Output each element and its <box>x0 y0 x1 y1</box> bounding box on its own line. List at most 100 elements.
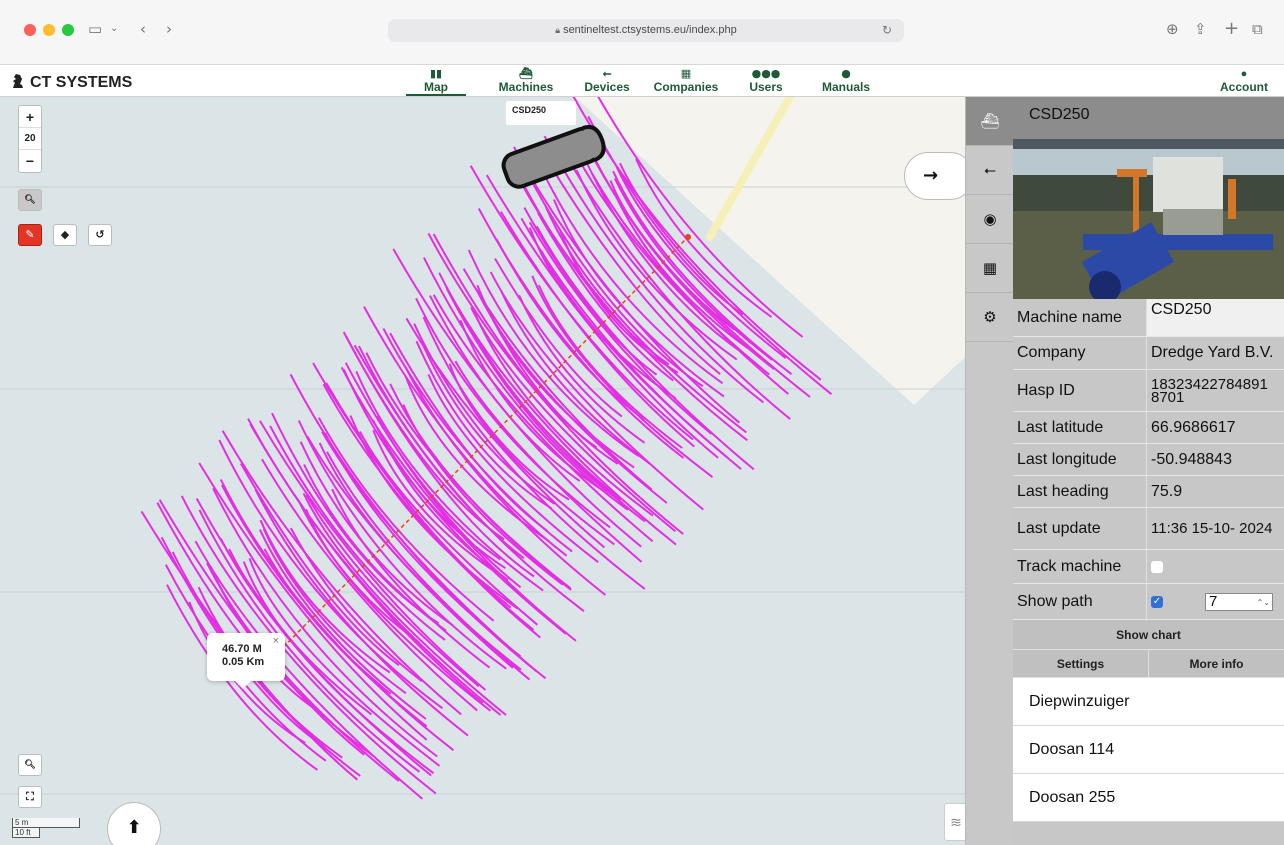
search-map-button[interactable]: 🔍︎ <box>18 189 42 211</box>
zoom-control: + 20 − <box>18 105 42 173</box>
account-button[interactable]: ● Account <box>1220 67 1268 94</box>
undo-button[interactable]: ↺ <box>88 224 112 246</box>
row-value: 18323422784891 8701 <box>1151 375 1268 406</box>
usb-icon: ⭠ <box>983 161 996 179</box>
search-location-button[interactable]: 🔍︎ <box>18 754 42 776</box>
ship-icon: ⛴ <box>519 67 533 80</box>
account-label: Account <box>1220 80 1268 94</box>
companies-tab[interactable]: ▦ <box>966 244 1014 293</box>
maximize-window-button[interactable] <box>62 24 74 36</box>
zoom-in-button[interactable]: + <box>19 106 41 128</box>
nav-companies[interactable]: ▦ Companies <box>652 67 720 94</box>
sidebar-toggle-icon[interactable]: ▭ <box>88 19 102 39</box>
nav-label: Users <box>749 80 783 94</box>
erase-button[interactable]: ◆ <box>53 224 77 246</box>
machine-name-field[interactable]: CSD250 <box>1147 299 1284 336</box>
share-icon[interactable]: ⇪ <box>1194 19 1207 39</box>
machine-list-item[interactable]: Doosan 114 <box>1013 726 1284 774</box>
close-icon[interactable]: × <box>273 635 279 648</box>
forward-icon[interactable]: › <box>166 19 172 39</box>
zoom-out-button[interactable]: − <box>19 150 41 172</box>
map-canvas[interactable]: CSD250 + 20 − 🔍︎ ✎ ◆ ↺ → × 46.70 M 0.05 … <box>0 97 965 845</box>
minimize-window-button[interactable] <box>43 24 55 36</box>
stepper-icon[interactable]: ⌃⌄ <box>1257 595 1270 611</box>
nav-map[interactable]: ▮▮ Map <box>406 67 466 96</box>
row-value: -50.948843 <box>1151 450 1232 468</box>
settings-tab[interactable]: ⚙ <box>966 293 1014 342</box>
fullscreen-icon: ⛶ <box>26 790 34 803</box>
scale-metric: 5 m <box>12 818 80 828</box>
download-icon[interactable]: ⊕ <box>1166 19 1179 39</box>
row-key: Last latitude <box>1013 412 1147 443</box>
new-tab-icon[interactable]: + <box>1224 19 1239 39</box>
settings-button[interactable]: Settings <box>1013 650 1149 677</box>
browser-toolbar: ▭ ⌄ ‹ › 🔒︎ sentineltest.ctsystems.eu/inde… <box>0 0 1284 65</box>
row-last-heading: Last heading 75.9 <box>1013 476 1284 508</box>
more-info-button[interactable]: More info <box>1149 650 1284 677</box>
users-icon: ●●● <box>751 67 781 80</box>
nav-devices[interactable]: ⭠ Devices <box>582 67 632 94</box>
row-company: Company Dredge Yard B.V. <box>1013 337 1284 370</box>
path-days-value: 7 <box>1209 592 1218 610</box>
row-key: Show path <box>1013 584 1147 619</box>
row-value: 11:36 15-10- 2024 <box>1151 520 1273 537</box>
nav-users[interactable]: ●●● Users <box>746 67 786 94</box>
devices-tab[interactable]: ⭠ <box>966 146 1014 195</box>
machine-detail-panel: CSD250 Machine name CSD250 Company Dredg… <box>1013 97 1284 845</box>
row-value: 66.9686617 <box>1151 418 1236 436</box>
row-hasp-id: Hasp ID 18323422784891 8701 <box>1013 370 1284 412</box>
chevron-down-icon[interactable]: ⌄ <box>110 19 118 39</box>
fullscreen-button[interactable]: ⛶ <box>18 786 42 808</box>
app-header: CT SYSTEMS ▮▮ Map ⛴ Machines ⭠ Devices ▦ Com… <box>0 65 1284 97</box>
logo-text: CT SYSTEMS <box>30 74 133 91</box>
row-last-longitude: Last longitude -50.948843 <box>1013 444 1284 476</box>
path-days-input[interactable]: 7 ⌃⌄ <box>1205 592 1273 611</box>
row-key: Last longitude <box>1013 444 1147 475</box>
machines-tab[interactable]: ⛴ <box>966 97 1014 146</box>
row-value: Dredge Yard B.V. <box>1151 344 1274 361</box>
ship-icon: ⛴ <box>980 112 1000 130</box>
pencil-icon: ✎ <box>25 228 35 241</box>
row-value: 75.9 <box>1151 482 1183 500</box>
tabs-overview-icon[interactable]: ⧉ <box>1252 19 1263 39</box>
logo[interactable]: CT SYSTEMS <box>10 73 132 92</box>
row-key: Last update <box>1013 508 1147 549</box>
machine-photo-image <box>1013 139 1284 299</box>
zoom-level: 20 <box>19 128 41 150</box>
layers-button[interactable]: ≋ <box>944 803 965 841</box>
measure-point[interactable] <box>685 234 691 240</box>
show-chart-button[interactable]: Show chart <box>1013 620 1284 650</box>
panel-icon-strip: ⛴ ⭠ ◉ ▦ ⚙ <box>965 97 1014 845</box>
panel-title: CSD250 <box>1013 97 1284 139</box>
eraser-icon: ◆ <box>60 228 70 241</box>
machine-list-item[interactable]: Diepwinzuiger <box>1013 678 1284 726</box>
gear-icon: ⚙ <box>983 308 997 326</box>
track-machine-checkbox[interactable] <box>1151 560 1163 573</box>
user-icon: ● <box>1240 68 1248 80</box>
map-icon: ▮▮ <box>429 67 443 80</box>
back-icon[interactable]: ‹ <box>140 19 146 39</box>
draw-measure-button[interactable]: ✎ <box>18 224 42 246</box>
measure-popup: × 46.70 M 0.05 Km <box>207 633 285 689</box>
eye-slash-icon: ◉ <box>983 210 997 228</box>
address-bar[interactable]: 🔒︎ sentineltest.ctsystems.eu/index.php ↻ <box>388 19 904 42</box>
nav-label: Map <box>424 80 448 94</box>
url-text: sentineltest.ctsystems.eu/index.php <box>563 24 737 36</box>
close-window-button[interactable] <box>24 24 36 36</box>
reload-icon[interactable]: ↻ <box>882 19 892 42</box>
collapse-panel-button[interactable]: → <box>904 152 965 200</box>
nav-machines[interactable]: ⛴ Machines <box>496 67 556 94</box>
hidden-tab[interactable]: ◉ <box>966 195 1014 244</box>
scale-bar: 5 m 10 ft <box>12 818 80 838</box>
nav-label: Devices <box>584 80 630 94</box>
row-last-latitude: Last latitude 66.9686617 <box>1013 412 1284 444</box>
show-path-checkbox[interactable]: ✓ <box>1151 595 1163 608</box>
info-icon: ● <box>841 67 851 80</box>
machine-list-item[interactable]: Doosan 255 <box>1013 774 1284 822</box>
row-key: Hasp ID <box>1013 370 1147 411</box>
path-segment <box>477 208 685 459</box>
nav-manuals[interactable]: ● Manuals <box>818 67 874 94</box>
undo-icon: ↺ <box>95 228 105 241</box>
row-show-path: Show path ✓ 7 ⌃⌄ <box>1013 584 1284 620</box>
search-icon: 🔍︎ <box>24 760 36 770</box>
